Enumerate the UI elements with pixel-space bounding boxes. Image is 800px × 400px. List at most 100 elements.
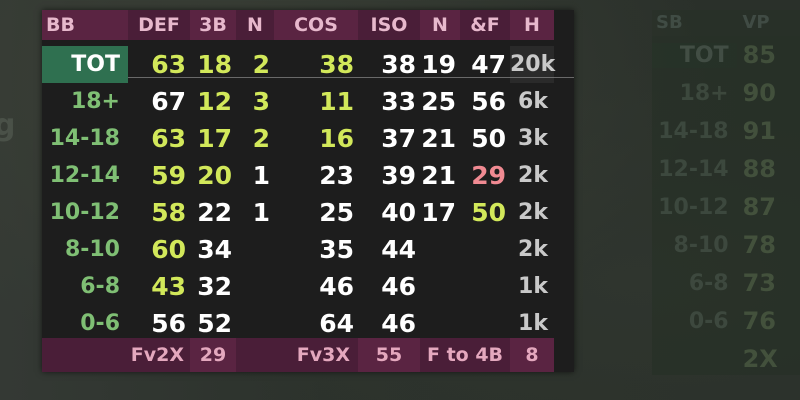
cell: 32 xyxy=(197,272,232,301)
table-row: 18+ 67 12 3 11 33 25 56 6k xyxy=(42,83,574,120)
footer-f-to-4b-label: F to 4B xyxy=(420,338,510,372)
ghost-row: 2X xyxy=(652,340,800,378)
ghost-row-label: 14-18 xyxy=(658,118,729,144)
table-row: 6-8 43 32 46 46 1k xyxy=(42,268,574,305)
cell: 46 xyxy=(381,309,416,338)
cell: 17 xyxy=(421,198,456,227)
cell: 50 xyxy=(471,198,506,227)
cell: 37 xyxy=(381,124,416,153)
row-label: 10-12 xyxy=(49,200,120,225)
cell: 12 xyxy=(197,87,232,116)
total-divider xyxy=(128,77,574,78)
ghost-row-value: 85 xyxy=(742,41,776,69)
ghost-row-label: 10-12 xyxy=(658,194,729,220)
cell xyxy=(236,305,274,342)
footer-fv2x-value: 29 xyxy=(190,338,236,372)
ghost-row-label: 12-14 xyxy=(658,156,729,182)
header-n: N xyxy=(236,10,274,40)
cell: 60 xyxy=(151,235,186,264)
table-row: 8-10 60 34 35 44 2k xyxy=(42,231,574,268)
cell: 25 xyxy=(319,198,354,227)
cell: 21 xyxy=(421,124,456,153)
cell: 56 xyxy=(471,87,506,116)
header-and-f: &F xyxy=(460,10,510,40)
cell xyxy=(460,231,510,268)
cell: 16 xyxy=(319,124,354,153)
ghost-row-value: 87 xyxy=(742,193,776,221)
row-h-value: 1k xyxy=(518,274,548,299)
cell: 59 xyxy=(151,161,186,190)
ghost-row-label: 18+ xyxy=(679,80,729,106)
cell: 52 xyxy=(197,309,232,338)
ghost-row: TOT 85 xyxy=(652,36,800,74)
header-bb: BB xyxy=(42,10,128,40)
ghost-row-label: 0-6 xyxy=(688,308,729,334)
row-label: 0-6 xyxy=(80,311,120,336)
cell: 20 xyxy=(197,161,232,190)
ghost-row: 8-10 78 xyxy=(652,226,800,264)
ghost-row: 18+ 90 xyxy=(652,74,800,112)
header-3b: 3B xyxy=(190,10,236,40)
footer-fv3x-value: 55 xyxy=(358,338,420,372)
row-label: 12-14 xyxy=(49,163,120,188)
ghost-row-label: 6-8 xyxy=(688,270,729,296)
ghost-row-value: 78 xyxy=(742,231,776,259)
cell: 33 xyxy=(381,87,416,116)
row-h-value: 6k xyxy=(518,89,548,114)
cell: 40 xyxy=(381,198,416,227)
row-h-value: 2k xyxy=(518,237,548,262)
ghost-row-value: 90 xyxy=(742,79,776,107)
cell xyxy=(236,231,274,268)
cell: 11 xyxy=(319,87,354,116)
table-row: 0-6 56 52 64 46 1k xyxy=(42,305,574,342)
footer-fv2x-label: Fv2X xyxy=(42,338,190,372)
ghost-row-label: TOT xyxy=(652,42,737,68)
cell: 46 xyxy=(381,272,416,301)
cell: 58 xyxy=(151,198,186,227)
table-row: 12-14 59 20 1 23 39 21 29 2k xyxy=(42,157,574,194)
row-label: 8-10 xyxy=(64,237,120,262)
ghost-row: 10-12 87 xyxy=(652,188,800,226)
faded-side-panel: SB VP TOT 85 18+ 90 14-18 91 12-14 88 10-12 87 8-1… xyxy=(652,10,800,375)
ghost-row-value: 88 xyxy=(742,155,776,183)
table-row: 10-12 58 22 1 25 40 17 50 2k xyxy=(42,194,574,231)
cell: 1 xyxy=(252,198,270,227)
cell xyxy=(460,305,510,342)
ghost-row-value: 91 xyxy=(742,117,776,145)
footer-f-to-4b-value: 8 xyxy=(510,338,554,372)
cell: 64 xyxy=(319,309,354,338)
cell: 22 xyxy=(197,198,232,227)
row-h-value: 2k xyxy=(518,200,548,225)
cell: 23 xyxy=(319,161,354,190)
ghost-row: 0-6 76 xyxy=(652,302,800,340)
footer-fv3x-label: Fv3X xyxy=(236,338,358,372)
cell: 2 xyxy=(252,124,270,153)
header-iso: ISO xyxy=(358,10,420,40)
row-label: 14-18 xyxy=(49,126,120,151)
cell: 35 xyxy=(319,235,354,264)
cell: 56 xyxy=(151,309,186,338)
cell: 34 xyxy=(197,235,232,264)
cell: 1 xyxy=(252,161,270,190)
table-footer: Fv2X 29 Fv3X 55 F to 4B 8 xyxy=(42,338,574,372)
table-header: BB DEF 3B N COS ISO N &F H xyxy=(42,10,574,40)
row-label: 6-8 xyxy=(80,274,120,299)
cell: 50 xyxy=(471,124,506,153)
row-h-value: 1k xyxy=(518,311,548,336)
background-glyph: g xyxy=(0,108,16,143)
ghost-header-sb: SB xyxy=(656,12,683,33)
cell: 67 xyxy=(151,87,186,116)
ghost-row-label: 8-10 xyxy=(673,232,729,258)
ghost-row-value: 76 xyxy=(742,307,776,335)
row-label: TOT xyxy=(42,46,128,83)
row-label: 18+ xyxy=(70,89,120,114)
cell: 43 xyxy=(151,272,186,301)
cell xyxy=(460,268,510,305)
cell: 3 xyxy=(252,87,270,116)
cell: 44 xyxy=(381,235,416,264)
cell xyxy=(420,231,460,268)
ghost-header: SB VP xyxy=(652,10,800,36)
row-h-value: 2k xyxy=(518,163,548,188)
ghost-row: 12-14 88 xyxy=(652,150,800,188)
ghost-row-value: 73 xyxy=(742,269,776,297)
